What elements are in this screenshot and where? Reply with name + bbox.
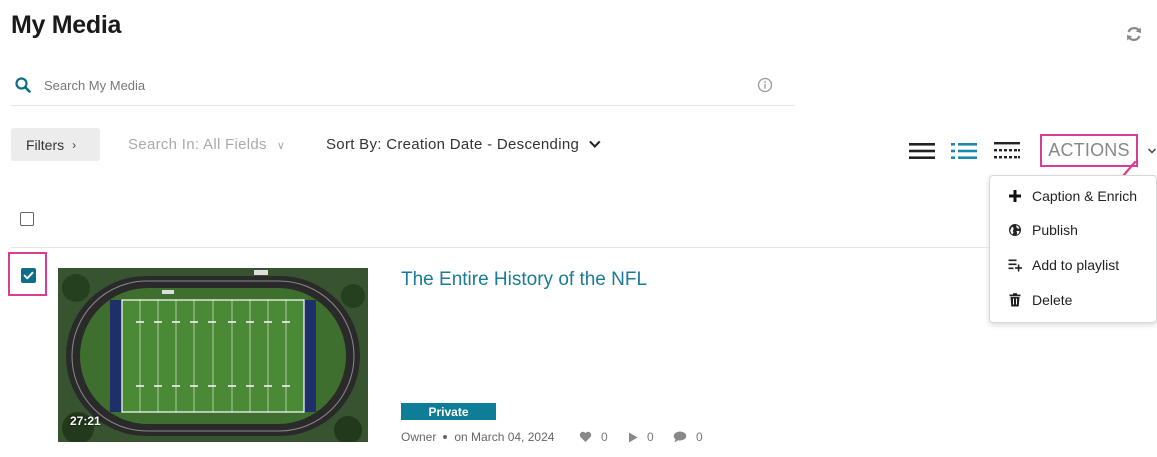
chevron-down-icon: ∨ (276, 140, 286, 152)
separator-dot (443, 435, 448, 439)
row-checkbox[interactable] (21, 268, 36, 283)
menu-item-label: Add to playlist (1032, 257, 1120, 273)
divider (11, 247, 989, 248)
play-icon (629, 432, 638, 442)
likes-value: 0 (601, 430, 608, 444)
page-title: My Media (11, 11, 122, 39)
menu-item-caption-enrich[interactable]: Caption & Enrich (990, 182, 1157, 212)
plays-count: 0 (628, 430, 654, 444)
menu-item-label: Delete (1032, 292, 1073, 308)
info-icon[interactable] (757, 77, 773, 93)
add-to-playlist-icon (1008, 259, 1022, 272)
likes-count: 0 (579, 430, 608, 444)
menu-item-label: Caption & Enrich (1032, 188, 1138, 204)
comments-count: 0 (673, 430, 703, 444)
search-in-label: Search In: All Fields (128, 136, 267, 153)
comment-icon (673, 431, 687, 443)
actions-menu: Caption & Enrich Publish Add to playlist… (989, 175, 1157, 323)
chevron-down-icon (589, 136, 601, 148)
list-view-icon[interactable] (908, 141, 936, 161)
media-title-link[interactable]: The Entire History of the NFL (401, 269, 647, 291)
checkmark-icon (23, 271, 34, 280)
status-badge: Private (401, 403, 496, 420)
menu-item-label: Publish (1032, 222, 1078, 238)
media-meta: Owner on March 04, 2024 (401, 430, 554, 444)
plays-value: 0 (647, 430, 654, 444)
globe-icon (1009, 224, 1021, 236)
detailed-view-icon[interactable] (950, 141, 978, 161)
compact-view-icon[interactable] (993, 141, 1021, 161)
search-bar (11, 68, 794, 106)
menu-item-add-to-playlist[interactable]: Add to playlist (990, 251, 1157, 281)
comments-value: 0 (696, 430, 703, 444)
owner-label: Owner (401, 430, 437, 444)
menu-item-delete[interactable]: Delete (990, 286, 1157, 316)
sort-by-dropdown[interactable]: Sort By: Creation Date - Descending (326, 136, 601, 153)
sort-by-label: Sort By: Creation Date - Descending (326, 136, 580, 153)
media-thumbnail[interactable]: 27:21 (58, 268, 368, 442)
refresh-icon[interactable] (1124, 24, 1144, 44)
stadium-image (58, 268, 368, 442)
filters-button[interactable]: Filters › (11, 128, 100, 161)
trash-icon (1009, 293, 1021, 307)
chevron-right-icon: › (72, 137, 77, 152)
duration-label: 27:21 (70, 414, 101, 428)
select-all-checkbox[interactable] (20, 212, 34, 226)
chevron-down-icon[interactable] (1147, 146, 1157, 156)
search-icon (15, 77, 31, 93)
search-in-dropdown[interactable]: Search In: All Fields ∨ (128, 136, 285, 153)
plus-icon (1009, 190, 1021, 202)
search-input[interactable] (44, 73, 744, 97)
heart-icon (579, 431, 592, 442)
date-label: on March 04, 2024 (454, 430, 555, 444)
filters-label: Filters (26, 136, 65, 153)
menu-item-publish[interactable]: Publish (990, 216, 1157, 246)
